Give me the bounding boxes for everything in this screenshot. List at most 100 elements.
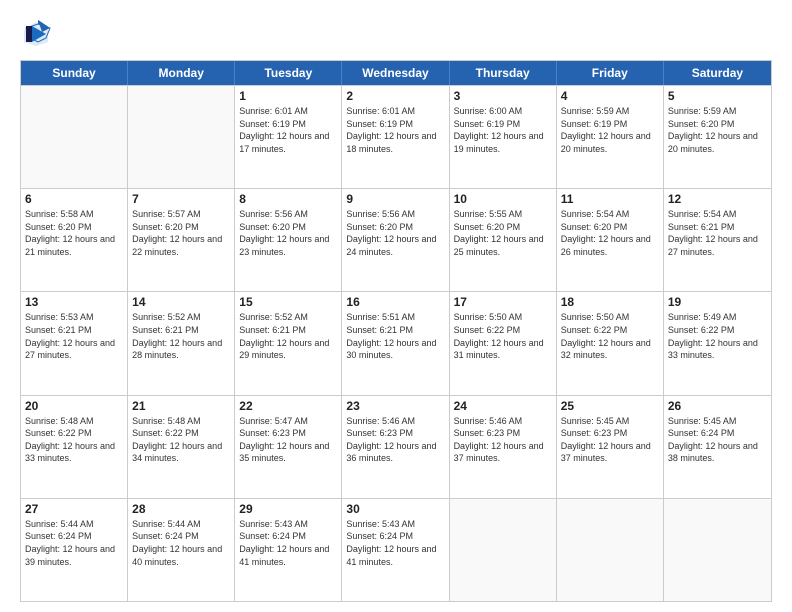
day-cell-6: 6 Sunrise: 5:58 AM Sunset: 6:20 PM Daylig…: [21, 189, 128, 291]
day-number: 20: [25, 399, 123, 413]
day-number: 2: [346, 89, 444, 103]
header-day-thursday: Thursday: [450, 61, 557, 85]
day-info: Sunrise: 5:43 AM Sunset: 6:24 PM Dayligh…: [239, 518, 337, 568]
calendar-header: SundayMondayTuesdayWednesdayThursdayFrid…: [21, 61, 771, 85]
week-row-2: 6 Sunrise: 5:58 AM Sunset: 6:20 PM Daylig…: [21, 188, 771, 291]
day-cell-17: 17 Sunrise: 5:50 AM Sunset: 6:22 PM Dayli…: [450, 292, 557, 394]
day-info: Sunrise: 5:44 AM Sunset: 6:24 PM Dayligh…: [132, 518, 230, 568]
day-info: Sunrise: 5:51 AM Sunset: 6:21 PM Dayligh…: [346, 311, 444, 361]
day-cell-29: 29 Sunrise: 5:43 AM Sunset: 6:24 PM Dayli…: [235, 499, 342, 601]
day-info: Sunrise: 5:54 AM Sunset: 6:21 PM Dayligh…: [668, 208, 767, 258]
day-cell-20: 20 Sunrise: 5:48 AM Sunset: 6:22 PM Dayli…: [21, 396, 128, 498]
logo: [20, 18, 56, 50]
day-number: 19: [668, 295, 767, 309]
day-cell-23: 23Sunrise: 5:46 AM Sunset: 6:23 PM Dayli…: [342, 396, 449, 498]
empty-cell: [21, 86, 128, 188]
empty-cell: [128, 86, 235, 188]
day-cell-2: 2 Sunrise: 6:01 AM Sunset: 6:19 PM Daylig…: [342, 86, 449, 188]
day-info: Sunrise: 5:45 AM Sunset: 6:24 PM Dayligh…: [668, 415, 767, 465]
day-number: 4: [561, 89, 659, 103]
day-number: 27: [25, 502, 123, 516]
page: SundayMondayTuesdayWednesdayThursdayFrid…: [0, 0, 792, 612]
calendar: SundayMondayTuesdayWednesdayThursdayFrid…: [20, 60, 772, 602]
day-cell-26: 26 Sunrise: 5:45 AM Sunset: 6:24 PM Dayli…: [664, 396, 771, 498]
day-info: Sunrise: 5:48 AM Sunset: 6:22 PM Dayligh…: [25, 415, 123, 465]
day-number: 23: [346, 399, 444, 413]
day-cell-10: 10 Sunrise: 5:55 AM Sunset: 6:20 PM Dayli…: [450, 189, 557, 291]
day-info: Sunrise: 5:59 AM Sunset: 6:19 PM Dayligh…: [561, 105, 659, 155]
day-cell-11: 11Sunrise: 5:54 AM Sunset: 6:20 PM Dayli…: [557, 189, 664, 291]
day-number: 28: [132, 502, 230, 516]
day-number: 16: [346, 295, 444, 309]
day-cell-14: 14 Sunrise: 5:52 AM Sunset: 6:21 PM Dayli…: [128, 292, 235, 394]
day-cell-19: 19 Sunrise: 5:49 AM Sunset: 6:22 PM Dayli…: [664, 292, 771, 394]
day-info: Sunrise: 6:01 AM Sunset: 6:19 PM Dayligh…: [346, 105, 444, 155]
day-number: 15: [239, 295, 337, 309]
day-cell-30: 30Sunrise: 5:43 AM Sunset: 6:24 PM Dayli…: [342, 499, 449, 601]
day-cell-4: 4 Sunrise: 5:59 AM Sunset: 6:19 PM Daylig…: [557, 86, 664, 188]
day-info: Sunrise: 5:52 AM Sunset: 6:21 PM Dayligh…: [239, 311, 337, 361]
day-info: Sunrise: 5:50 AM Sunset: 6:22 PM Dayligh…: [561, 311, 659, 361]
day-info: Sunrise: 5:48 AM Sunset: 6:22 PM Dayligh…: [132, 415, 230, 465]
day-cell-16: 16 Sunrise: 5:51 AM Sunset: 6:21 PM Dayli…: [342, 292, 449, 394]
day-info: Sunrise: 5:57 AM Sunset: 6:20 PM Dayligh…: [132, 208, 230, 258]
day-number: 29: [239, 502, 337, 516]
day-number: 14: [132, 295, 230, 309]
day-cell-28: 28 Sunrise: 5:44 AM Sunset: 6:24 PM Dayli…: [128, 499, 235, 601]
day-number: 10: [454, 192, 552, 206]
day-info: Sunrise: 5:55 AM Sunset: 6:20 PM Dayligh…: [454, 208, 552, 258]
day-cell-12: 12 Sunrise: 5:54 AM Sunset: 6:21 PM Dayli…: [664, 189, 771, 291]
day-cell-3: 3Sunrise: 6:00 AM Sunset: 6:19 PM Daylig…: [450, 86, 557, 188]
day-number: 26: [668, 399, 767, 413]
day-info: Sunrise: 5:56 AM Sunset: 6:20 PM Dayligh…: [346, 208, 444, 258]
day-number: 7: [132, 192, 230, 206]
day-cell-21: 21 Sunrise: 5:48 AM Sunset: 6:22 PM Dayli…: [128, 396, 235, 498]
day-info: Sunrise: 5:56 AM Sunset: 6:20 PM Dayligh…: [239, 208, 337, 258]
day-info: Sunrise: 5:52 AM Sunset: 6:21 PM Dayligh…: [132, 311, 230, 361]
day-cell-22: 22 Sunrise: 5:47 AM Sunset: 6:23 PM Dayli…: [235, 396, 342, 498]
day-info: Sunrise: 5:45 AM Sunset: 6:23 PM Dayligh…: [561, 415, 659, 465]
day-info: Sunrise: 5:46 AM Sunset: 6:23 PM Dayligh…: [454, 415, 552, 465]
day-cell-9: 9 Sunrise: 5:56 AM Sunset: 6:20 PM Daylig…: [342, 189, 449, 291]
day-number: 13: [25, 295, 123, 309]
day-info: Sunrise: 5:50 AM Sunset: 6:22 PM Dayligh…: [454, 311, 552, 361]
logo-icon: [20, 18, 52, 50]
week-row-1: 1 Sunrise: 6:01 AM Sunset: 6:19 PM Daylig…: [21, 85, 771, 188]
day-number: 6: [25, 192, 123, 206]
empty-cell: [664, 499, 771, 601]
day-cell-18: 18 Sunrise: 5:50 AM Sunset: 6:22 PM Dayli…: [557, 292, 664, 394]
header-day-sunday: Sunday: [21, 61, 128, 85]
day-number: 25: [561, 399, 659, 413]
day-info: Sunrise: 5:49 AM Sunset: 6:22 PM Dayligh…: [668, 311, 767, 361]
day-info: Sunrise: 6:01 AM Sunset: 6:19 PM Dayligh…: [239, 105, 337, 155]
header-day-saturday: Saturday: [664, 61, 771, 85]
day-number: 22: [239, 399, 337, 413]
day-number: 8: [239, 192, 337, 206]
day-cell-27: 27 Sunrise: 5:44 AM Sunset: 6:24 PM Dayli…: [21, 499, 128, 601]
day-cell-5: 5Sunrise: 5:59 AM Sunset: 6:20 PM Daylig…: [664, 86, 771, 188]
day-number: 1: [239, 89, 337, 103]
day-cell-13: 13Sunrise: 5:53 AM Sunset: 6:21 PM Dayli…: [21, 292, 128, 394]
week-row-4: 20 Sunrise: 5:48 AM Sunset: 6:22 PM Dayli…: [21, 395, 771, 498]
day-number: 18: [561, 295, 659, 309]
day-cell-8: 8 Sunrise: 5:56 AM Sunset: 6:20 PM Daylig…: [235, 189, 342, 291]
day-info: Sunrise: 5:43 AM Sunset: 6:24 PM Dayligh…: [346, 518, 444, 568]
day-cell-25: 25 Sunrise: 5:45 AM Sunset: 6:23 PM Dayli…: [557, 396, 664, 498]
day-number: 17: [454, 295, 552, 309]
day-number: 12: [668, 192, 767, 206]
day-number: 21: [132, 399, 230, 413]
day-info: Sunrise: 5:58 AM Sunset: 6:20 PM Dayligh…: [25, 208, 123, 258]
week-row-5: 27 Sunrise: 5:44 AM Sunset: 6:24 PM Dayli…: [21, 498, 771, 601]
day-info: Sunrise: 5:44 AM Sunset: 6:24 PM Dayligh…: [25, 518, 123, 568]
header-day-monday: Monday: [128, 61, 235, 85]
calendar-body: 1 Sunrise: 6:01 AM Sunset: 6:19 PM Daylig…: [21, 85, 771, 601]
day-number: 11: [561, 192, 659, 206]
day-cell-1: 1 Sunrise: 6:01 AM Sunset: 6:19 PM Daylig…: [235, 86, 342, 188]
day-number: 9: [346, 192, 444, 206]
header: [20, 18, 772, 50]
header-day-wednesday: Wednesday: [342, 61, 449, 85]
day-info: Sunrise: 5:47 AM Sunset: 6:23 PM Dayligh…: [239, 415, 337, 465]
empty-cell: [557, 499, 664, 601]
day-info: Sunrise: 5:59 AM Sunset: 6:20 PM Dayligh…: [668, 105, 767, 155]
day-number: 24: [454, 399, 552, 413]
